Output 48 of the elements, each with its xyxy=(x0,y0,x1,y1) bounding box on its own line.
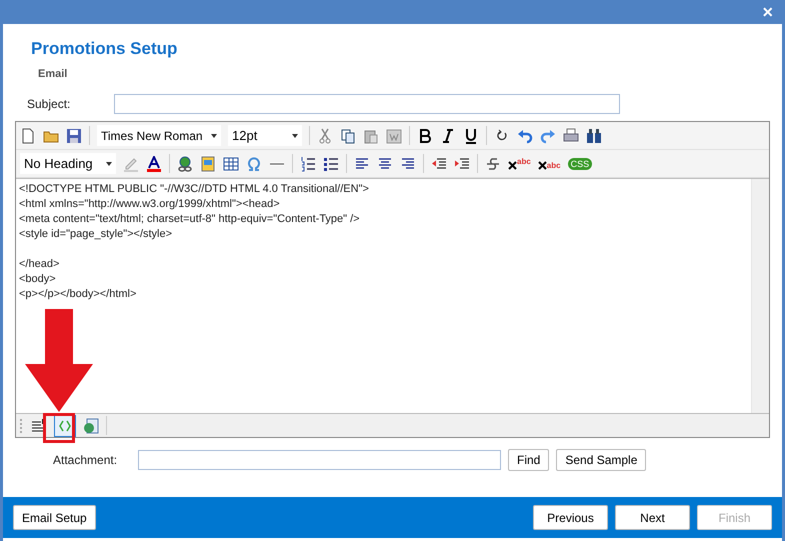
printer-icon[interactable] xyxy=(563,128,579,144)
field-label: Attachment: xyxy=(52,452,118,466)
font-dropdown[interactable]: Times New Roman xyxy=(97,125,221,146)
copy-icon[interactable] xyxy=(340,128,356,144)
undo-icon[interactable] xyxy=(517,128,533,144)
globe-link-icon[interactable] xyxy=(177,156,193,172)
clipboard-icon[interactable] xyxy=(363,128,379,144)
section-subtitle: Email xyxy=(38,68,68,80)
redo-icon[interactable] xyxy=(540,128,556,144)
underline-icon[interactable] xyxy=(463,128,479,144)
numbered-list-icon[interactable] xyxy=(300,156,316,172)
binoculars-icon[interactable] xyxy=(586,128,602,144)
field-label: Subject: xyxy=(26,96,72,110)
scrollbar[interactable] xyxy=(751,179,769,413)
document-w-icon[interactable] xyxy=(386,128,402,144)
bold-icon[interactable] xyxy=(417,128,433,144)
image-icon[interactable] xyxy=(200,156,216,172)
subscript-button[interactable]: abc xyxy=(538,158,561,170)
html-source-editor[interactable]: <!DOCTYPE HTML PUBLIC "-//W3C//DTD HTML 4.0 Transitional//EN"> <html xmlns="http://www.w3.org/1999/xhtml"><head> <meta content="text/html; charset=utf-8" http-equiv="Content-Type" /> <style id="page_style"></style> </head> <body> <p></p></body></html> xyxy=(16,179,751,413)
superscript-button[interactable]: abc xyxy=(508,158,531,170)
bulleted-list-icon[interactable] xyxy=(323,156,339,172)
omega-icon[interactable] xyxy=(246,156,262,172)
find-button[interactable]: Find xyxy=(508,448,550,470)
x-mark-icon xyxy=(538,160,547,170)
wizard-button[interactable]: Next xyxy=(615,505,690,530)
outdent-icon[interactable] xyxy=(431,156,447,172)
table-icon[interactable] xyxy=(223,156,239,172)
subject-field[interactable] xyxy=(114,94,620,114)
setup-button[interactable]: Email Setup xyxy=(13,505,96,530)
font-color-icon[interactable] xyxy=(146,156,162,172)
wizard-button[interactable]: Previous xyxy=(533,505,608,530)
align-left-icon[interactable] xyxy=(354,156,370,172)
close-button[interactable]: × xyxy=(758,2,777,22)
scissors-icon[interactable] xyxy=(317,128,333,144)
x-mark-icon xyxy=(508,160,517,170)
send-sample-button[interactable]: Send Sample xyxy=(556,448,646,470)
new-page-icon[interactable] xyxy=(20,128,36,144)
css-button[interactable]: CSS xyxy=(568,158,592,170)
italic-icon[interactable] xyxy=(440,128,456,144)
align-center-icon[interactable] xyxy=(377,156,393,172)
heading-dropdown[interactable]: No Heading xyxy=(20,153,116,174)
highlight-frame xyxy=(43,413,75,443)
strikethrough-icon[interactable] xyxy=(485,156,501,172)
indent-icon[interactable] xyxy=(454,156,470,172)
page-title: Promotions Setup xyxy=(31,39,178,59)
align-right-icon[interactable] xyxy=(400,156,416,172)
size-dropdown[interactable]: 12pt xyxy=(228,125,302,146)
attachment-field[interactable] xyxy=(138,450,501,470)
